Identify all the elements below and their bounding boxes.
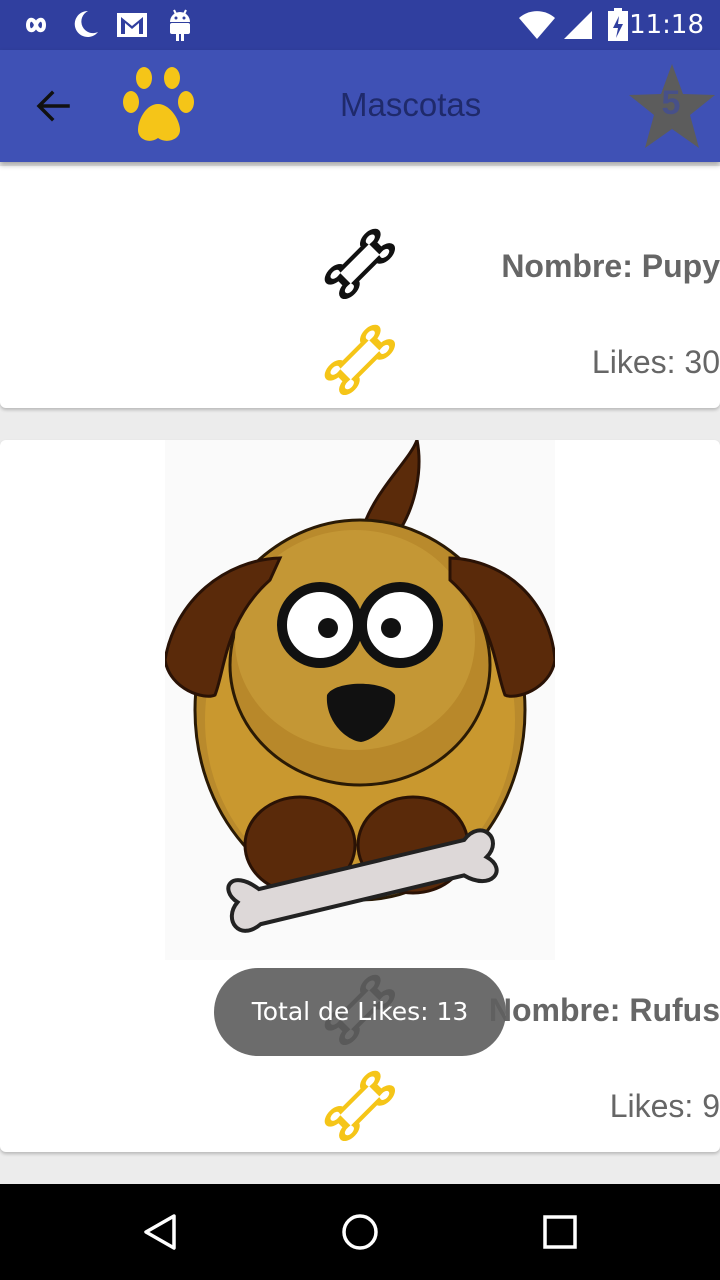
likes-bone-icon: [324, 324, 395, 395]
paw-logo-icon: [123, 67, 194, 141]
android-icon: [170, 9, 190, 41]
total-likes-toast: Total de Likes: 13: [214, 968, 506, 1056]
dog-photo: [165, 440, 555, 960]
signal-icon: [564, 11, 592, 39]
back-arrow-icon[interactable]: [30, 84, 80, 128]
like-bone-icon[interactable]: [322, 226, 398, 302]
app-bar: Mascotas 5: [0, 50, 720, 162]
pet-name: Nombre: Rufus: [488, 992, 720, 1028]
navigation-bar: [0, 1184, 720, 1280]
recents-square-icon[interactable]: [540, 1212, 580, 1252]
infinity-icon: [25, 17, 47, 33]
favorites-button[interactable]: 5: [626, 62, 718, 154]
page-title: Mascotas: [340, 86, 482, 123]
pet-name: Nombre: Pupy: [501, 248, 720, 284]
gmail-icon: [117, 13, 147, 37]
status-bar: 11:18: [0, 0, 720, 50]
battery-icon: [608, 8, 628, 41]
home-circle-icon[interactable]: [340, 1212, 380, 1252]
back-triangle-icon[interactable]: [140, 1212, 180, 1252]
pet-likes: Likes: 9: [609, 1088, 720, 1124]
clock: 11:18: [629, 10, 704, 40]
favorites-count: 5: [661, 84, 681, 122]
pet-card: Nombre: Pupy Likes: 30: [0, 166, 720, 408]
moon-icon: [74, 10, 98, 37]
wifi-icon: [519, 11, 555, 39]
pet-likes: Likes: 30: [591, 344, 720, 380]
likes-bone-icon: [324, 1070, 395, 1141]
